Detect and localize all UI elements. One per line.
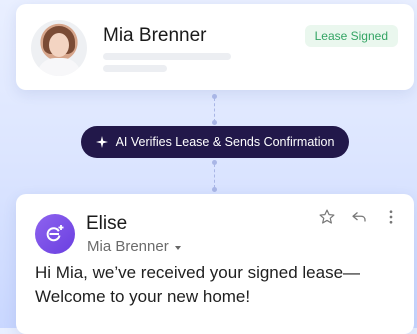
placeholder-line-2 [103,65,167,72]
ai-step-pill: AI Verifies Lease & Sends Confirmation [81,126,349,158]
recipient-name: Mia Brenner [87,238,169,255]
contact-card: Mia Brenner Lease Signed [16,4,414,90]
ai-step-label: AI Verifies Lease & Sends Confirmation [115,135,335,149]
star-icon[interactable] [318,208,336,226]
e-plus-icon [46,225,64,242]
more-icon[interactable] [382,208,400,226]
email-message: Hi Mia, we’ve received your signed lease… [35,263,361,306]
email-recipient[interactable]: Mia Brenner [87,238,181,255]
connector-line-top [214,98,216,122]
reply-icon[interactable] [350,208,368,226]
email-actions [318,208,400,226]
placeholder-line-1 [103,53,231,60]
status-badge: Lease Signed [304,25,398,47]
contact-name: Mia Brenner [103,25,207,46]
connector-dot-bottom [212,187,217,192]
email-card: Elise Mia Brenner Hi Mia, we’ve received… [16,194,414,334]
avatar [31,20,87,76]
email-sender: Elise [86,213,128,234]
sparkle-icon [95,136,108,148]
chevron-down-icon[interactable] [174,245,181,250]
connector-line-bottom [214,164,216,188]
connector-dot-pill-top [212,120,217,125]
elise-logo-icon [35,214,75,254]
